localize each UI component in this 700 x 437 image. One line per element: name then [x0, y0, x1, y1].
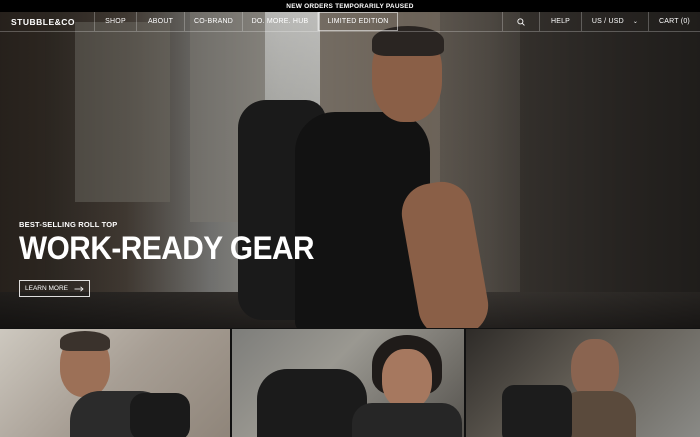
- product-tile-1[interactable]: [0, 329, 230, 437]
- help-link[interactable]: HELP: [540, 12, 582, 31]
- product-tile-3[interactable]: [466, 329, 700, 437]
- learn-more-label: LEARN MORE: [25, 285, 68, 292]
- learn-more-button[interactable]: LEARN MORE: [19, 280, 90, 297]
- nav-item-shop[interactable]: SHOP: [95, 12, 137, 31]
- search-icon: [517, 17, 525, 26]
- hero-eyebrow: BEST-SELLING ROLL TOP: [19, 220, 118, 229]
- nav-item-limited-edition[interactable]: LIMITED EDITION: [318, 12, 398, 31]
- hero-headline: WORK-READY GEAR: [19, 230, 315, 266]
- nav-item-about[interactable]: ABOUT: [137, 12, 185, 31]
- product-tile-2[interactable]: [232, 329, 464, 437]
- arrow-right-icon: [74, 285, 84, 292]
- currency-label: US / USD: [591, 18, 624, 25]
- hero-image: [0, 12, 700, 328]
- nav-item-co-brand[interactable]: CO-BRAND: [185, 12, 243, 31]
- nav-item-do-more-hub[interactable]: DO. MORE. HUB: [243, 12, 318, 31]
- cart-link[interactable]: CART (0): [649, 12, 700, 31]
- hero-copy: BEST-SELLING ROLL TOP WORK-READY GEAR: [19, 220, 336, 265]
- announcement-text: NEW ORDERS TEMPORARILY PAUSED: [286, 2, 414, 10]
- currency-selector[interactable]: US / USD ⌄: [582, 12, 649, 31]
- announcement-bar: NEW ORDERS TEMPORARILY PAUSED: [0, 0, 700, 12]
- main-nav: STUBBLE&CO SHOP ABOUT CO-BRAND DO. MORE.…: [0, 12, 700, 32]
- brand-logo[interactable]: STUBBLE&CO: [0, 12, 95, 31]
- search-button[interactable]: [503, 12, 540, 31]
- chevron-down-icon: ⌄: [632, 19, 639, 25]
